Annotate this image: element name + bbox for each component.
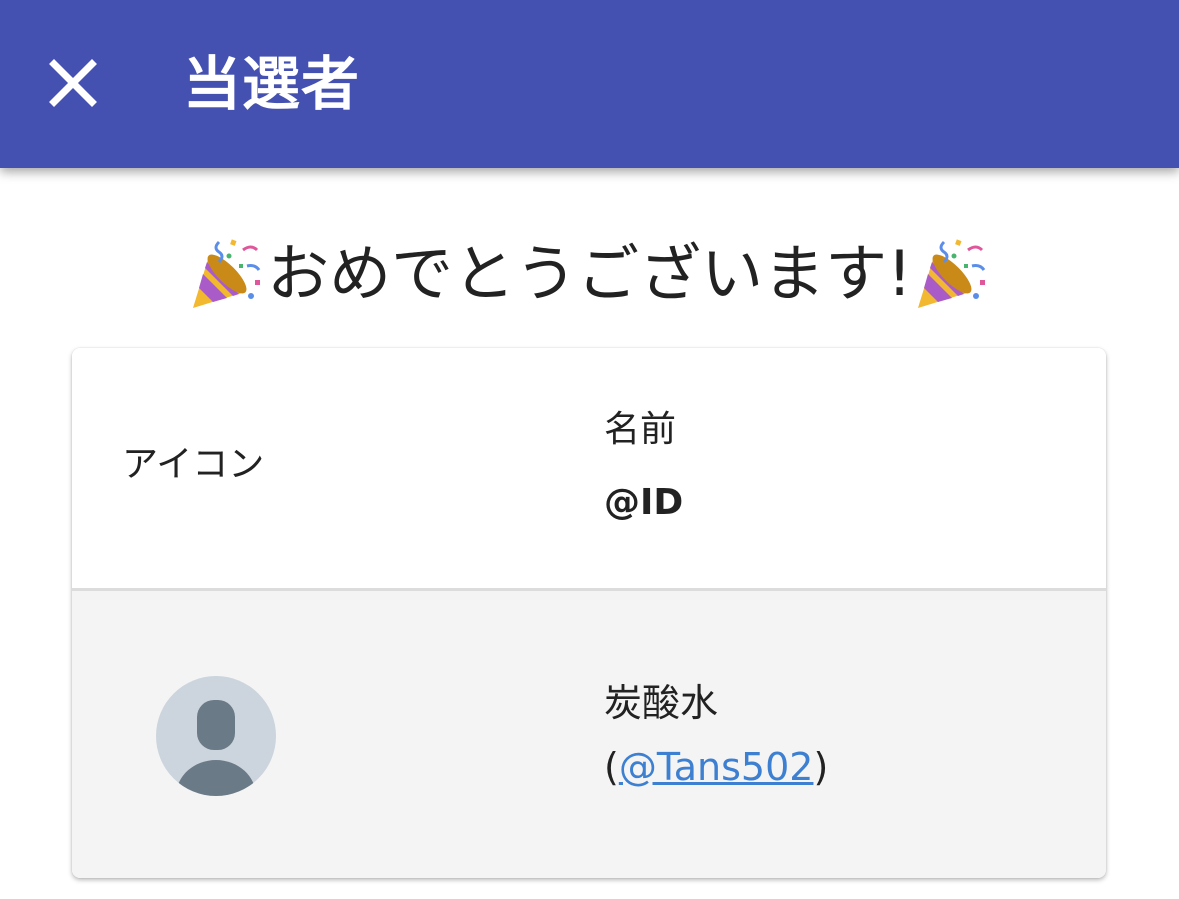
party-popper-icon xyxy=(917,239,986,308)
top-app-bar: 当選者 xyxy=(0,0,1179,168)
paren-open: ( xyxy=(604,745,619,789)
winner-handle-link[interactable]: @Tans502 xyxy=(619,745,814,789)
default-avatar-icon xyxy=(156,676,276,796)
column-header-icon: アイコン xyxy=(122,444,265,485)
paren-close: ) xyxy=(813,745,829,789)
column-header-id: @ID xyxy=(604,482,684,523)
person-silhouette-icon xyxy=(176,700,256,796)
congratulations-message: おめでとうございます! xyxy=(267,237,912,310)
close-icon xyxy=(49,59,97,107)
table-row: 炭酸水 (@Tans502) xyxy=(72,591,1106,878)
close-button[interactable] xyxy=(40,50,106,116)
winner-handle-line: (@Tans502) xyxy=(604,743,828,791)
winner-name: 炭酸水 xyxy=(604,681,719,725)
winners-table: アイコン 名前 @ID 炭酸水 (@Tans502) xyxy=(72,348,1106,878)
table-header-row: アイコン 名前 @ID xyxy=(72,348,1106,591)
page-title: 当選者 xyxy=(183,50,361,118)
column-header-name: 名前 xyxy=(604,409,677,450)
congratulations-banner: おめでとうございます! xyxy=(0,232,1179,316)
party-popper-icon xyxy=(193,239,261,308)
